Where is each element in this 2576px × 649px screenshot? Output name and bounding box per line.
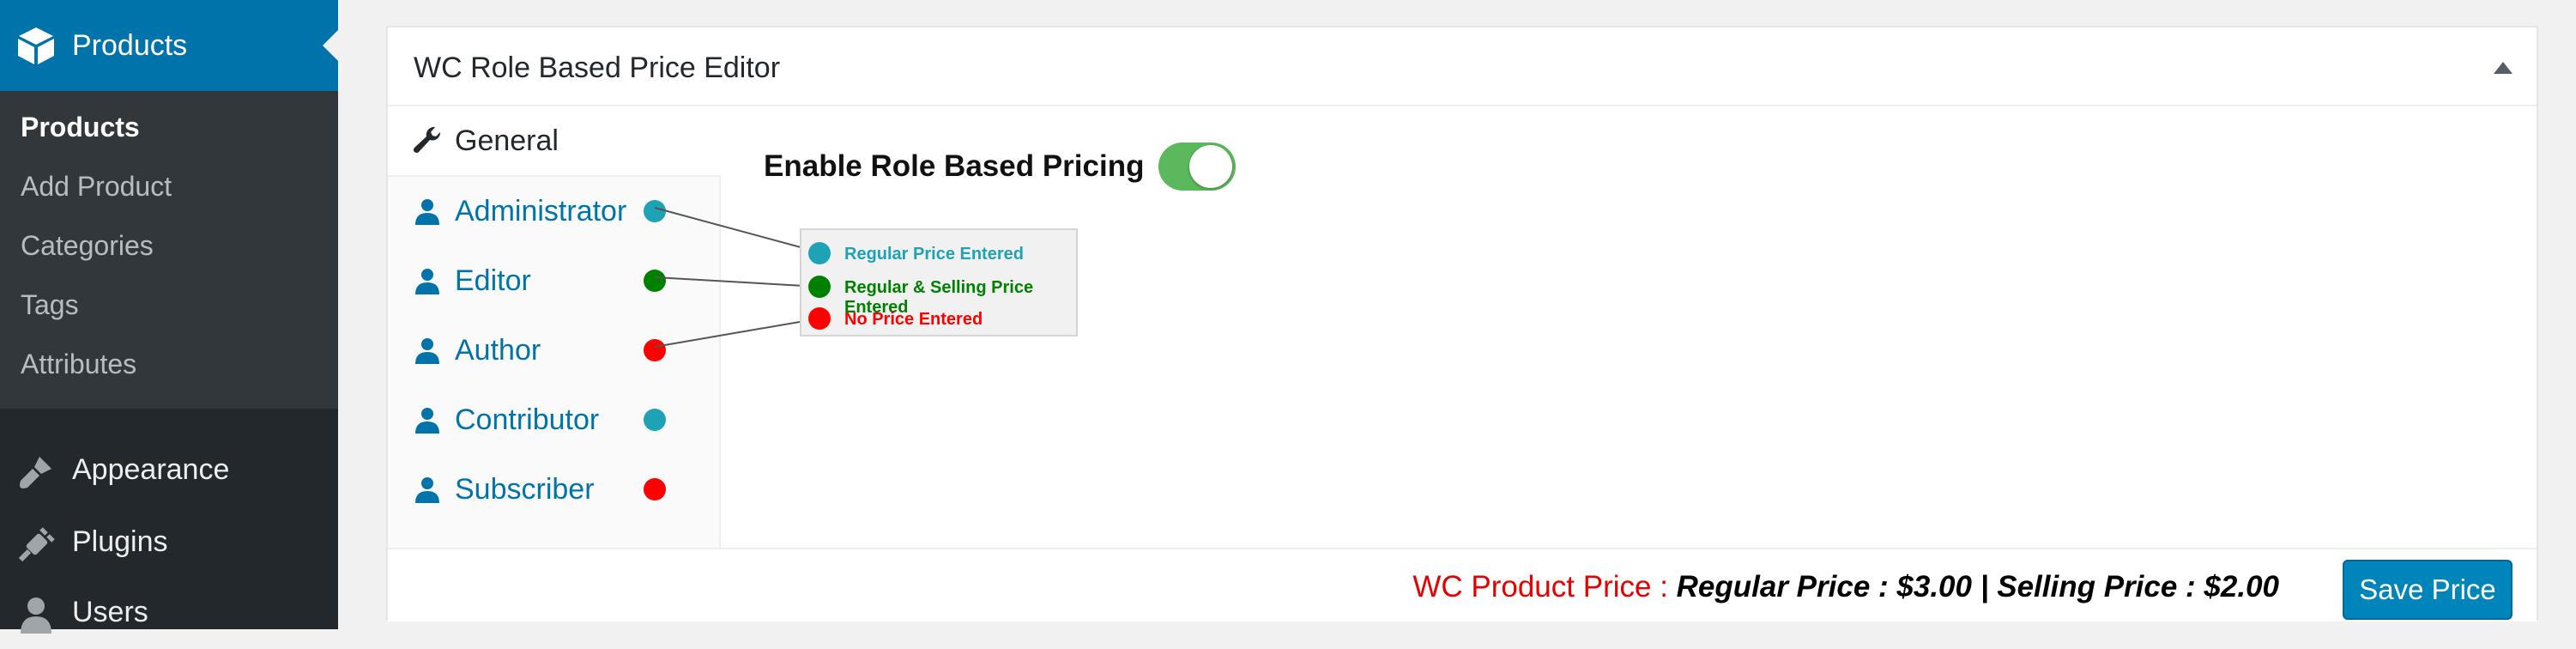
enable-role-pricing-label: Enable Role Based Pricing [764, 149, 1145, 183]
submenu-item-categories[interactable]: Categories [21, 230, 154, 262]
user-icon [412, 335, 443, 366]
user-icon [12, 591, 60, 639]
menu-item-plugins[interactable]: Plugins [0, 510, 338, 579]
price-details: Regular Price : $3.00 | Selling Price : … [1676, 570, 2279, 604]
user-icon [412, 404, 443, 435]
enable-role-pricing-toggle[interactable] [1158, 143, 1236, 191]
menu-item-label: Users [72, 596, 148, 628]
product-price-summary: WC Product Price : Regular Price : $3.00… [1412, 570, 2279, 604]
status-dot [644, 339, 666, 361]
tab-label: General [455, 124, 559, 157]
menu-item-products[interactable]: Products [0, 0, 338, 91]
submenu-item-products[interactable]: Products [21, 112, 140, 143]
tab-label: Editor [455, 264, 531, 297]
editor-footer: WC Product Price : Regular Price : $3.00… [388, 548, 2537, 622]
price-status-legend: Regular Price Entered Regular & Selling … [800, 228, 1078, 337]
menu-item-users[interactable]: Users [0, 580, 338, 649]
role-tabs: General Administrator Editor Author Cont… [388, 106, 721, 551]
user-icon [412, 474, 443, 505]
menu-item-label: Appearance [72, 453, 230, 486]
legend-item: Regular & Selling Price Entered [801, 270, 1076, 317]
admin-sidebar: Products Products Add Product Categories… [0, 0, 338, 634]
paintbrush-icon [12, 448, 60, 496]
tab-contributor[interactable]: Contributor [388, 385, 719, 454]
box-icon [12, 21, 60, 70]
menu-item-label: Products [72, 28, 188, 62]
status-dot [644, 409, 666, 431]
legend-dot [808, 242, 831, 264]
save-price-button[interactable]: Save Price [2343, 560, 2513, 620]
tab-general[interactable]: General [388, 106, 721, 177]
legend-dot [808, 307, 831, 330]
tab-label: Administrator [455, 194, 627, 227]
role-price-editor-box: WC Role Based Price Editor General Admin… [386, 26, 2538, 622]
postbox-header[interactable]: WC Role Based Price Editor [388, 27, 2537, 106]
legend-label: Regular Price Entered [844, 245, 1024, 264]
tab-label: Author [455, 333, 541, 367]
menu-item-label: Plugins [72, 525, 168, 558]
tab-author[interactable]: Author [388, 316, 719, 385]
submenu-item-attributes[interactable]: Attributes [21, 349, 136, 380]
tab-subscriber[interactable]: Subscriber [388, 455, 719, 524]
legend-dot [808, 276, 831, 298]
status-dot [644, 270, 666, 292]
collapse-arrow-icon[interactable] [2494, 62, 2513, 74]
status-dot [644, 478, 666, 500]
submenu-item-add-product[interactable]: Add Product [21, 171, 172, 203]
legend-item: No Price Entered [801, 302, 1076, 333]
tab-administrator[interactable]: Administrator [388, 177, 719, 246]
legend-item: Regular Price Entered [801, 237, 1076, 268]
status-dot [644, 200, 666, 222]
price-prefix: WC Product Price : [1412, 570, 1677, 604]
toggle-knob [1189, 145, 1232, 188]
tab-label: Contributor [455, 403, 600, 436]
products-submenu: Products Add Product Categories Tags Att… [0, 91, 338, 409]
legend-label: No Price Entered [844, 310, 983, 329]
user-icon [412, 265, 443, 296]
menu-item-appearance[interactable]: Appearance [0, 438, 338, 506]
tab-label: Subscriber [455, 472, 595, 506]
tab-editor[interactable]: Editor [388, 246, 719, 315]
wrench-icon [412, 125, 443, 156]
postbox-title: WC Role Based Price Editor [414, 52, 781, 84]
submenu-item-tags[interactable]: Tags [21, 289, 79, 321]
user-icon [412, 196, 443, 227]
current-menu-arrow [323, 30, 338, 61]
plug-icon [12, 520, 60, 568]
